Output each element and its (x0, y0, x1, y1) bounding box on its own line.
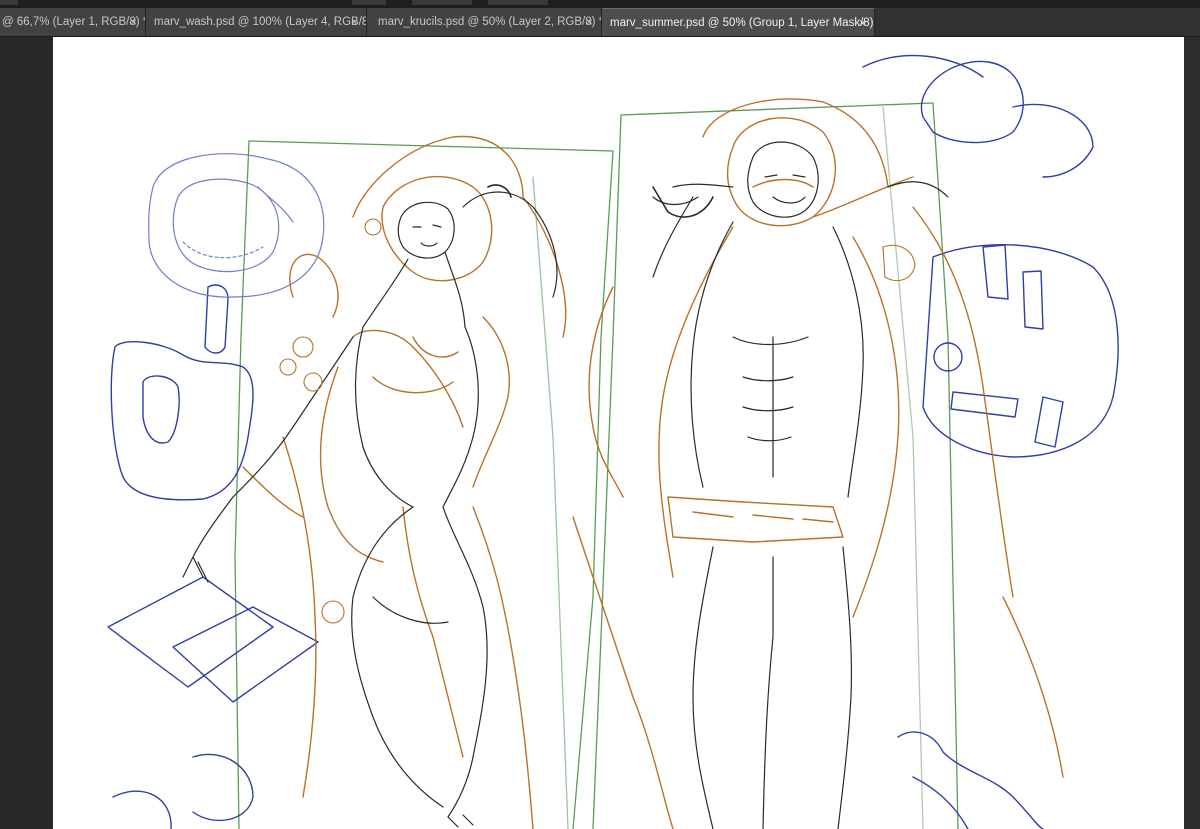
tab-document-2[interactable]: marv_wash.psd @ 100% (Layer 4, RGB/8) × (146, 8, 367, 36)
document-tab-bar: @ 66,7% (Layer 1, RGB/8) * × marv_wash.p… (0, 8, 1200, 37)
man-figure-sketch (572, 98, 1064, 829)
man-lineart (652, 141, 949, 829)
options-bar-fragment (352, 0, 386, 5)
close-icon[interactable]: × (586, 8, 593, 36)
tab-label: marv_summer.psd @ 50% (Group 1, Layer Ma… (610, 17, 875, 29)
photoshop-window: @ 66,7% (Layer 1, RGB/8) * × marv_wash.p… (0, 0, 1200, 829)
tab-label: marv_wash.psd @ 100% (Layer 4, RGB/8) (154, 16, 367, 28)
tab-document-active[interactable]: marv_summer.psd @ 50% (Group 1, Layer Ma… (602, 8, 875, 36)
woman-figure-sketch (242, 135, 567, 829)
canvas-workspace[interactable] (0, 37, 1200, 829)
document-canvas[interactable] (53, 37, 1184, 829)
sun-hat-sketch (148, 153, 325, 298)
accent-lines (487, 184, 714, 218)
tab-label: marv_krucils.psd @ 50% (Layer 2, RGB/8) … (378, 16, 602, 28)
options-bar-fragment (0, 0, 18, 5)
options-bar-edge (0, 0, 1200, 8)
workspace-right-edge (1184, 37, 1200, 829)
tab-document-3[interactable]: marv_krucils.psd @ 50% (Layer 2, RGB/8) … (367, 8, 602, 36)
beach-props-left (107, 284, 319, 829)
sketch-artwork (107, 54, 1119, 829)
options-bar-fragment (412, 0, 472, 5)
floral-details (279, 218, 916, 624)
close-icon[interactable]: × (859, 9, 866, 36)
options-bar-fragment (488, 0, 548, 5)
close-icon[interactable]: × (351, 8, 358, 36)
woman-lineart (182, 191, 558, 828)
tab-document-1[interactable]: @ 66,7% (Layer 1, RGB/8) * × (0, 8, 146, 36)
close-icon[interactable]: × (130, 8, 137, 36)
tab-label: @ 66,7% (Layer 1, RGB/8) * (2, 16, 146, 28)
